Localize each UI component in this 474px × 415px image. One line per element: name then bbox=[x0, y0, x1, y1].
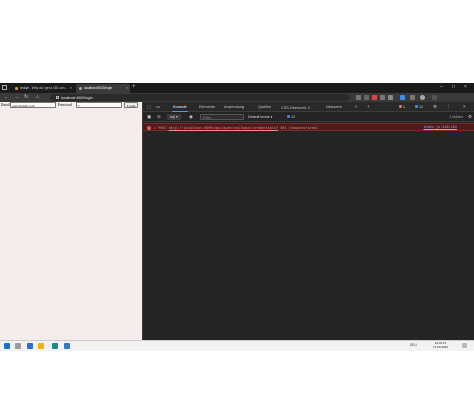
error-icon: × bbox=[147, 125, 151, 130]
issues-button[interactable]: 12 bbox=[287, 115, 295, 119]
devtools-tab-bar: ⬚ ▭ Konsole Elemente Anwendung Quellen C… bbox=[143, 102, 474, 112]
url-input[interactable]: localhost:4000/login bbox=[50, 94, 350, 101]
collections-icon[interactable] bbox=[410, 94, 415, 100]
notifications-icon[interactable] bbox=[462, 343, 467, 348]
extension-icon[interactable] bbox=[388, 94, 393, 100]
browser-tab[interactable]: reduje - Why do I get a 401 con… × bbox=[12, 84, 74, 93]
console-settings-icon[interactable]: ⚙ bbox=[468, 114, 472, 120]
email-label: Email bbox=[1, 102, 10, 107]
tab-actions-icon[interactable] bbox=[2, 85, 7, 90]
vscode-icon[interactable] bbox=[64, 343, 70, 349]
hidden-messages-count: 1 hidden bbox=[449, 114, 463, 119]
folder-icon[interactable] bbox=[38, 343, 44, 349]
error-count-badge[interactable]: 1 bbox=[399, 105, 405, 109]
screen: reduje - Why do I get a 401 con… × local… bbox=[0, 83, 474, 351]
device-toolbar-icon[interactable]: ▭ bbox=[156, 104, 160, 110]
tab-konsole[interactable]: Konsole bbox=[172, 105, 188, 112]
close-icon[interactable]: × bbox=[126, 86, 128, 90]
extension-icon[interactable] bbox=[380, 94, 385, 100]
eye-icon[interactable]: ◉ bbox=[189, 114, 193, 120]
settings-menu-icon[interactable] bbox=[432, 94, 437, 100]
console-prompt[interactable]: › bbox=[148, 133, 149, 138]
browser-tab-strip: reduje - Why do I get a 401 con… × local… bbox=[0, 83, 474, 93]
console-toolbar: ▣ ⊘ top ▾ ◉ Filter Default levels ▾ 12 1… bbox=[143, 112, 474, 122]
tab-anwendung[interactable]: Anwendung bbox=[224, 105, 244, 109]
more-options-icon[interactable]: ⋮ bbox=[446, 104, 451, 110]
context-select[interactable]: top ▾ bbox=[167, 114, 181, 120]
taskbar: DEU 13:04:07 17.03.2023 bbox=[0, 340, 474, 351]
password-label: Password bbox=[58, 102, 72, 107]
settings-icon[interactable]: ⚙ bbox=[433, 104, 437, 110]
edge-icon[interactable] bbox=[52, 343, 58, 349]
request-url[interactable]: http://localhost:8000/api/auth/callback/… bbox=[169, 127, 278, 131]
tab-netzwerk[interactable]: Netzwerk bbox=[326, 105, 342, 109]
minimize-icon[interactable]: – bbox=[440, 84, 443, 90]
address-bar: ← → ↻ ⌂ localhost:4000/login bbox=[0, 93, 474, 102]
sidebar-toggle-icon[interactable]: ▣ bbox=[147, 114, 151, 120]
info-icon bbox=[56, 96, 59, 100]
extension-icon[interactable] bbox=[372, 94, 377, 100]
console-error-message: × ▸ POST http://localhost:8000/api/auth/… bbox=[143, 123, 474, 131]
extension-icon[interactable] bbox=[364, 94, 369, 100]
filter-input[interactable]: Filter bbox=[200, 114, 244, 120]
email-field[interactable]: user@gmail.com bbox=[10, 102, 56, 108]
maximize-icon[interactable]: □ bbox=[452, 84, 455, 90]
favicon-icon bbox=[79, 86, 82, 90]
favicon-icon bbox=[15, 86, 18, 90]
add-tab-icon[interactable]: + bbox=[367, 104, 370, 109]
profile-avatar[interactable] bbox=[420, 94, 425, 100]
close-icon[interactable]: × bbox=[70, 86, 72, 90]
language-indicator[interactable]: DEU bbox=[410, 343, 417, 347]
tab-css-overview[interactable]: CSS-Übersicht ⚠ bbox=[281, 105, 311, 110]
new-tab-button[interactable]: + bbox=[132, 84, 136, 90]
home-icon[interactable]: ⌂ bbox=[36, 94, 39, 100]
start-icon[interactable] bbox=[4, 343, 10, 349]
search-icon[interactable] bbox=[15, 343, 21, 349]
issues-count-badge[interactable]: 12 bbox=[415, 105, 423, 109]
log-levels-select[interactable]: Default levels ▾ bbox=[248, 115, 272, 119]
extension-icon[interactable] bbox=[356, 94, 361, 100]
reload-icon[interactable]: ↻ bbox=[24, 94, 28, 100]
login-button[interactable]: Login bbox=[124, 102, 139, 108]
tab-elemente[interactable]: Elemente bbox=[199, 105, 215, 109]
favorites-icon[interactable] bbox=[400, 94, 405, 100]
browser-tab-active[interactable]: localhost:8000/login × bbox=[76, 84, 130, 93]
clock[interactable]: 13:04:07 17.03.2023 bbox=[433, 341, 448, 350]
close-window-icon[interactable]: × bbox=[464, 84, 467, 90]
status-text: 401 (Unauthorized) bbox=[280, 126, 318, 131]
forward-icon[interactable]: → bbox=[14, 94, 19, 100]
more-tabs-icon[interactable]: » bbox=[355, 104, 358, 109]
password-field[interactable]: •• bbox=[76, 102, 122, 108]
tab-quellen[interactable]: Quellen bbox=[258, 105, 271, 109]
request-method: POST bbox=[158, 126, 167, 131]
login-form: Email user@gmail.com Password •• Login bbox=[0, 102, 142, 108]
inspect-icon[interactable]: ⬚ bbox=[147, 104, 151, 110]
back-icon[interactable]: ← bbox=[4, 94, 9, 100]
explorer-icon[interactable] bbox=[27, 343, 33, 349]
devtools-panel: ⬚ ▭ Konsole Elemente Anwendung Quellen C… bbox=[142, 102, 474, 351]
source-link[interactable]: index.js:136:181 bbox=[423, 126, 457, 130]
web-page: Email user@gmail.com Password •• Login bbox=[0, 102, 142, 351]
close-icon[interactable]: × bbox=[463, 104, 466, 109]
clear-console-icon[interactable]: ⊘ bbox=[157, 114, 161, 120]
